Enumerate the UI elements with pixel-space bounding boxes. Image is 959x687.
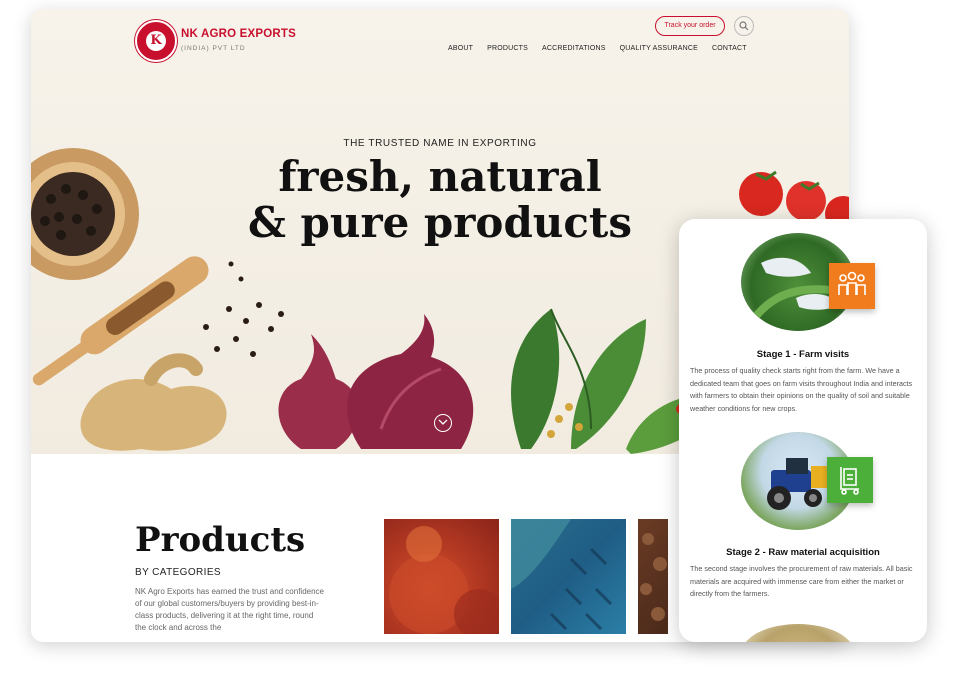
- products-subheading: BY CATEGORIES: [135, 567, 221, 578]
- nav-item-products[interactable]: PRODUCTS: [487, 45, 528, 52]
- brand-logo[interactable]: K: [135, 20, 177, 62]
- brand-subtitle: (INDIA) PVT LTD: [181, 45, 246, 52]
- stage-2-title: Stage 2 - Raw material acquisition: [726, 547, 880, 558]
- products-description: NK Agro Exports has earned the trust and…: [135, 587, 325, 632]
- mobile-preview: Stage 1 - Farm visits The process of qua…: [679, 219, 927, 642]
- trolley-icon: [840, 467, 859, 495]
- spices-image: [389, 526, 499, 634]
- stage-2-badge: [827, 457, 873, 503]
- hero-headline-line-1: fresh, natural: [278, 152, 602, 201]
- stage-1-title: Stage 1 - Farm visits: [756, 349, 850, 360]
- nav-item-quality-assurance[interactable]: QUALITY ASSURANCE: [620, 45, 698, 52]
- people-icon: [838, 271, 866, 295]
- category-tile-pulses[interactable]: [638, 519, 668, 634]
- hero-eyebrow: THE TRUSTED NAME IN EXPORTING: [343, 138, 537, 149]
- search-button[interactable]: [734, 16, 754, 36]
- search-icon: [739, 21, 749, 31]
- stage-2-text: The second stage involves the procuremen…: [690, 564, 913, 598]
- top-navigation: K NK AGRO EXPORTS (INDIA) PVT LTD Track …: [31, 9, 849, 84]
- brand-name[interactable]: NK AGRO EXPORTS: [181, 28, 296, 40]
- stage-3-image-partial: [741, 624, 855, 642]
- stage-1-badge: [829, 263, 875, 309]
- category-tile-spices[interactable]: [384, 519, 499, 634]
- nav-item-contact[interactable]: CONTACT: [712, 45, 747, 52]
- logo-letter: K: [146, 31, 166, 51]
- track-order-button[interactable]: Track your order: [655, 16, 725, 36]
- nav-item-accreditations[interactable]: ACCREDITATIONS: [542, 45, 606, 52]
- pulses-image: [640, 533, 667, 621]
- scroll-down-button[interactable]: [434, 414, 452, 432]
- chevron-down-icon: [438, 419, 448, 425]
- main-menu: ABOUT PRODUCTS ACCREDITATIONS QUALITY AS…: [448, 45, 747, 52]
- category-tile-seeds[interactable]: [511, 519, 626, 634]
- stage-1-text: The process of quality check starts righ…: [690, 366, 913, 413]
- products-heading: Products: [135, 520, 306, 560]
- seeds-image: [511, 519, 613, 631]
- nav-item-about[interactable]: ABOUT: [448, 45, 473, 52]
